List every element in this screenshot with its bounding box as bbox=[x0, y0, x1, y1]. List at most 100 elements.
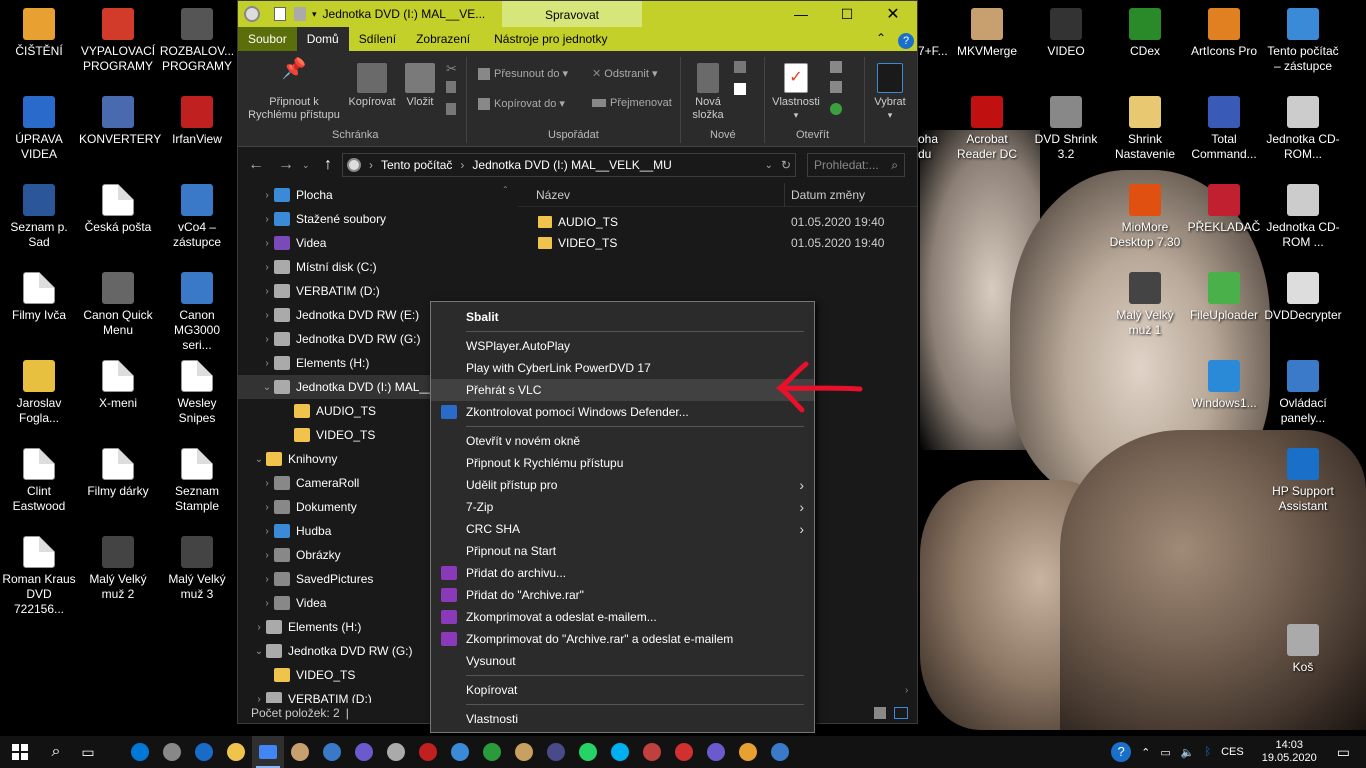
paste-button[interactable]: Vložit bbox=[400, 63, 440, 109]
context-menu-item[interactable]: Otevřít v novém okně bbox=[431, 430, 814, 452]
copy-to-button[interactable]: Kopírovat do ▾ bbox=[478, 97, 565, 111]
context-menu-item[interactable]: Zkomprimovat a odeslat e-mailem... bbox=[431, 606, 814, 628]
tab-share[interactable]: Sdílení bbox=[349, 27, 406, 51]
taskbar-app-button[interactable] bbox=[732, 736, 764, 768]
select-button[interactable]: Vybrat ▾ bbox=[868, 63, 912, 122]
taskbar-app-button[interactable] bbox=[124, 736, 156, 768]
start-button[interactable] bbox=[0, 736, 40, 768]
properties-button[interactable]: ✓ Vlastnosti ▾ bbox=[768, 63, 824, 122]
qat-dropdown-icon[interactable]: ▾ bbox=[312, 9, 317, 20]
context-menu-item[interactable]: Přehrát s VLC bbox=[431, 379, 814, 401]
column-name[interactable]: Název bbox=[518, 188, 784, 202]
context-menu-item[interactable]: Udělit přístup pro › bbox=[431, 474, 814, 496]
desktop-icon[interactable]: Jaroslav Fogla... bbox=[0, 360, 78, 426]
up-icon[interactable]: ↑ bbox=[324, 156, 332, 174]
taskbar-app-button[interactable] bbox=[444, 736, 476, 768]
new-item-icon[interactable] bbox=[734, 61, 746, 73]
search-icon[interactable]: ⌕ bbox=[40, 736, 72, 768]
desktop-icon[interactable]: ČIŠTĚNÍ bbox=[0, 8, 78, 59]
task-view-icon[interactable]: ▭ bbox=[72, 736, 104, 768]
desktop-icon[interactable]: KONVERTERY bbox=[79, 96, 161, 147]
minimize-button[interactable]: — bbox=[778, 1, 824, 27]
context-menu-item[interactable]: Připnout k Rychlému přístupu bbox=[431, 452, 814, 474]
desktop-icon[interactable]: HP Support Assistant bbox=[1264, 448, 1342, 514]
desktop-icon[interactable]: Filmy Ivča bbox=[0, 272, 78, 323]
volume-icon[interactable]: 🔈 bbox=[1181, 746, 1195, 759]
context-menu-item[interactable]: Přidat do archivu... bbox=[431, 562, 814, 584]
history-icon[interactable] bbox=[830, 103, 842, 115]
desktop-icon[interactable]: ArtIcons Pro bbox=[1185, 8, 1263, 59]
desktop-icon[interactable]: ÚPRAVA VIDEA bbox=[0, 96, 78, 162]
desktop-icon[interactable]: Seznam Stample bbox=[158, 448, 236, 514]
desktop-icon[interactable]: X-meni bbox=[79, 360, 157, 411]
desktop-icon[interactable]: Windows1... bbox=[1185, 360, 1263, 411]
notifications-icon[interactable]: ▭ bbox=[1337, 744, 1350, 761]
desktop-icon[interactable]: Shrink Nastavenie bbox=[1106, 96, 1184, 162]
desktop-icon[interactable]: Roman Kraus DVD 722156... bbox=[0, 536, 78, 617]
content-scroll-right-icon[interactable]: › bbox=[905, 685, 908, 696]
desktop-icon[interactable]: Ovládací panely... bbox=[1264, 360, 1342, 426]
maximize-button[interactable]: ☐ bbox=[824, 1, 870, 27]
address-bar[interactable]: › Tento počítač › Jednotka DVD (I:) MAL_… bbox=[342, 153, 796, 177]
chevron-icon[interactable]: › bbox=[260, 262, 274, 273]
taskbar-app-button[interactable] bbox=[348, 736, 380, 768]
help-icon[interactable]: ? bbox=[898, 33, 914, 49]
qat-folder-icon[interactable] bbox=[294, 7, 306, 21]
desktop-icon[interactable]: IrfanView bbox=[158, 96, 236, 147]
search-input[interactable]: Prohledat:... ⌕ bbox=[807, 153, 905, 177]
chevron-icon[interactable]: › bbox=[260, 502, 274, 513]
context-menu-item[interactable]: Sbalit bbox=[431, 306, 814, 328]
context-menu-item[interactable]: Kopírovat bbox=[431, 679, 814, 701]
qat-properties-icon[interactable] bbox=[274, 7, 286, 21]
tab-view[interactable]: Zobrazení bbox=[406, 27, 480, 51]
chevron-icon[interactable]: › bbox=[252, 694, 266, 704]
file-row[interactable]: VIDEO_TS 01.05.2020 19:40 bbox=[518, 232, 917, 253]
address-dropdown-icon[interactable]: ⌄ bbox=[765, 160, 773, 171]
desktop-icon[interactable]: Jednotka CD-ROM ... bbox=[1264, 184, 1342, 250]
desktop-icon[interactable]: Seznam p. Sad bbox=[0, 184, 78, 250]
tab-file[interactable]: Soubor bbox=[238, 27, 297, 51]
easy-access-icon[interactable] bbox=[734, 83, 746, 95]
desktop-icon[interactable]: Tento počítač – zástupce bbox=[1264, 8, 1342, 74]
taskbar-app-button[interactable] bbox=[764, 736, 796, 768]
desktop-icon[interactable]: ROZBALOV... PROGRAMY bbox=[158, 8, 236, 74]
copy-path-icon[interactable] bbox=[446, 81, 456, 93]
desktop-icon[interactable]: DVDDecrypter bbox=[1264, 272, 1342, 323]
desktop-icon[interactable]: Canon MG3000 seri... bbox=[158, 272, 236, 353]
taskbar-app-button[interactable] bbox=[316, 736, 348, 768]
network-icon[interactable]: ▭ bbox=[1160, 746, 1170, 759]
chevron-icon[interactable]: ⌄ bbox=[252, 454, 266, 465]
context-menu-item[interactable]: Zkomprimovat do "Archive.rar" a odeslat … bbox=[431, 628, 814, 650]
move-to-button[interactable]: Přesunout do ▾ bbox=[478, 67, 568, 81]
desktop-icon[interactable]: MKVMerge bbox=[948, 8, 1026, 59]
taskbar-app-button[interactable] bbox=[284, 736, 316, 768]
desktop-icon[interactable]: Malý Velký muž 2 bbox=[79, 536, 157, 602]
context-menu-item[interactable]: Vlastnosti bbox=[431, 708, 814, 730]
desktop-icon[interactable]: vCo4 – zástupce bbox=[158, 184, 236, 250]
paste-shortcut-icon[interactable] bbox=[446, 103, 456, 115]
desktop-icon[interactable]: Koš bbox=[1264, 624, 1342, 675]
chevron-icon[interactable]: ⌄ bbox=[252, 646, 266, 657]
desktop-icon[interactable]: PŘEKLADAČ bbox=[1185, 184, 1263, 235]
taskbar-app-button[interactable] bbox=[668, 736, 700, 768]
chevron-up-icon[interactable]: ⌃ bbox=[1141, 746, 1150, 759]
context-menu-item[interactable]: Vysunout bbox=[431, 650, 814, 672]
desktop-icon[interactable]: Acrobat Reader DC bbox=[948, 96, 1026, 162]
chevron-icon[interactable]: › bbox=[260, 214, 274, 225]
context-menu-item[interactable]: Přidat do "Archive.rar" bbox=[431, 584, 814, 606]
desktop-icon[interactable]: Malý Velký muž 1 bbox=[1106, 272, 1184, 338]
nav-item[interactable]: › Videa bbox=[238, 231, 516, 255]
taskbar-app-button[interactable] bbox=[572, 736, 604, 768]
context-menu-item[interactable]: 7-Zip › bbox=[431, 496, 814, 518]
close-button[interactable]: ✕ bbox=[870, 1, 916, 27]
nav-item[interactable]: › Stažené soubory bbox=[238, 207, 516, 231]
ribbon-collapse-icon[interactable]: ⌃ bbox=[876, 31, 886, 45]
new-folder-button[interactable]: Nová složka bbox=[686, 63, 730, 122]
column-date[interactable]: Datum změny bbox=[785, 188, 865, 202]
nav-scrollbar[interactable]: ⌃ bbox=[502, 185, 510, 195]
cut-icon[interactable]: ✂ bbox=[446, 61, 457, 77]
chevron-icon[interactable]: › bbox=[260, 526, 274, 537]
delete-button[interactable]: ✕ Odstranit ▾ bbox=[592, 67, 658, 80]
taskbar-app-button[interactable] bbox=[220, 736, 252, 768]
recent-locations-icon[interactable]: ⌄ bbox=[302, 160, 310, 171]
